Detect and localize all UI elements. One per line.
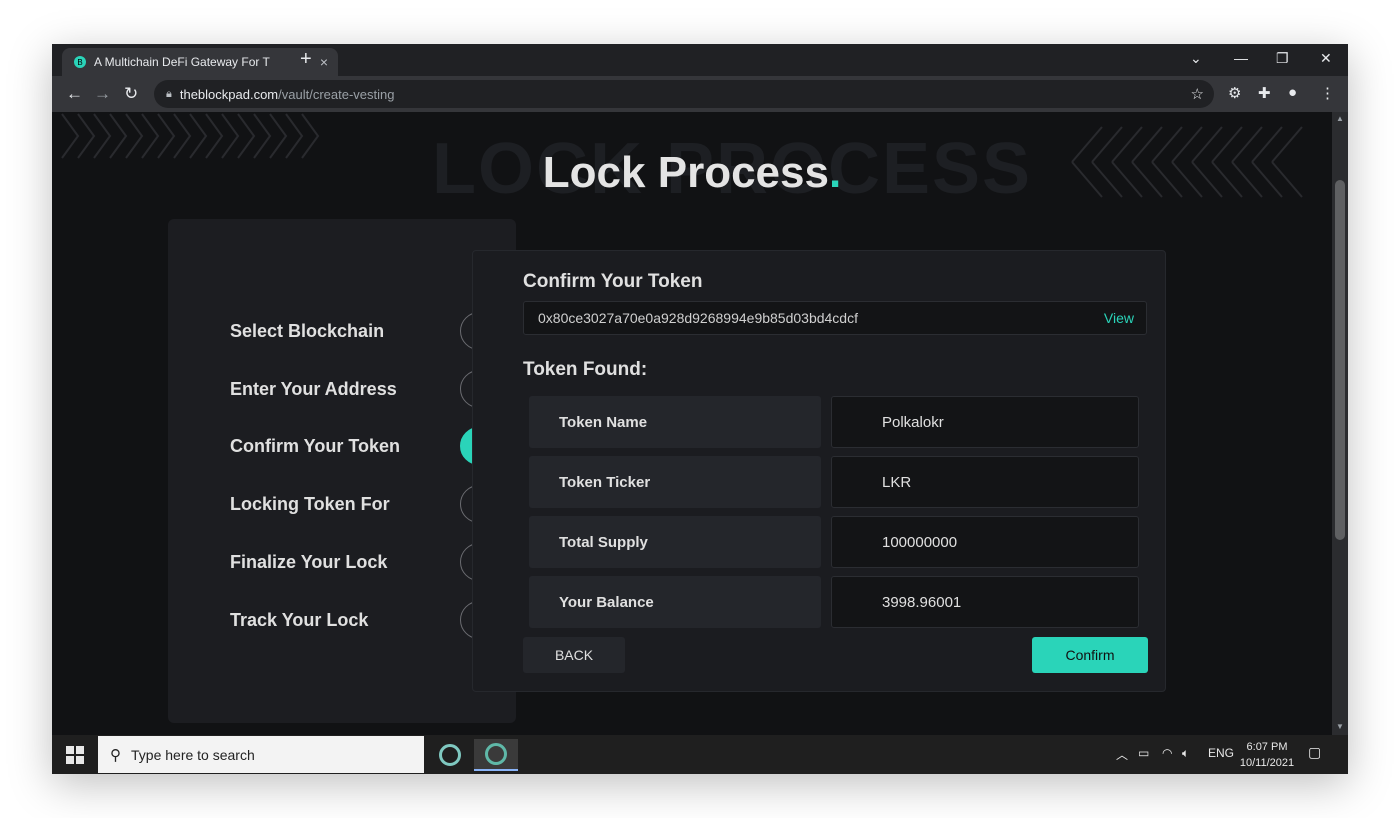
- notifications-icon[interactable]: ▢: [1308, 744, 1321, 761]
- new-tab-button[interactable]: +: [300, 48, 312, 71]
- taskbar-app-icon[interactable]: [428, 739, 472, 771]
- page-content: LOCK PROCESS Lock Process. Select Blockc…: [52, 112, 1332, 735]
- menu-kebab-icon[interactable]: ⋮: [1320, 84, 1335, 102]
- back-button[interactable]: BACK: [523, 637, 625, 673]
- your-balance-value: 3998.96001: [831, 576, 1139, 628]
- scroll-down-icon[interactable]: ▼: [1336, 722, 1344, 731]
- total-supply-label: Total Supply: [529, 516, 821, 568]
- token-address-text: 0x80ce3027a70e0a928d9268994e9b85d03bd4cd…: [538, 310, 858, 326]
- windows-start-icon[interactable]: [66, 746, 84, 764]
- step-label: Finalize Your Lock: [230, 551, 388, 572]
- token-ticker-value: LKR: [831, 456, 1139, 508]
- tab-title: A Multichain DeFi Gateway For T: [94, 55, 270, 69]
- restore-icon[interactable]: ❐: [1276, 50, 1289, 67]
- browser-tab[interactable]: B A Multichain DeFi Gateway For T ×: [62, 48, 338, 76]
- extension-icon[interactable]: ⚙: [1228, 84, 1241, 102]
- page-scrollbar[interactable]: ▲ ▼: [1332, 112, 1348, 735]
- step-label: Select Blockchain: [230, 320, 385, 341]
- browser-titlebar: B A Multichain DeFi Gateway For T × + ⌄ …: [52, 44, 1348, 76]
- lock-icon: 🔒︎: [166, 87, 172, 100]
- token-ticker-label: Token Ticker: [529, 456, 821, 508]
- page-title-text: Lock Process: [542, 148, 829, 197]
- system-clock[interactable]: 6:07 PM 10/11/2021: [1232, 739, 1302, 771]
- scroll-up-icon[interactable]: ▲: [1336, 114, 1344, 123]
- taskbar-chrome-icon[interactable]: [474, 739, 518, 771]
- forward-arrow-icon[interactable]: →: [94, 84, 111, 104]
- step-item: Enter Your Address 2.: [230, 370, 498, 408]
- total-supply-value: 100000000: [831, 516, 1139, 568]
- steps-panel: Select Blockchain 1. Enter Your Address …: [168, 219, 516, 723]
- tab-search-icon[interactable]: ⌄: [1190, 50, 1202, 67]
- minimize-icon[interactable]: —: [1234, 50, 1248, 66]
- your-balance-label: Your Balance: [529, 576, 821, 628]
- windows-taskbar: ⚲ Type here to search ︿ ▭ ◠ 🔈︎ ENG 6:07 …: [52, 735, 1348, 774]
- url-path: /vault/create-vesting: [278, 86, 395, 102]
- step-item: Select Blockchain 1.: [230, 312, 498, 350]
- profile-icon[interactable]: ●: [1288, 84, 1297, 101]
- step-item: Finalize Your Lock 5.: [230, 543, 498, 581]
- clock-time: 6:07 PM: [1246, 741, 1288, 753]
- step-label: Track Your Lock: [230, 609, 369, 630]
- clock-date: 10/11/2021: [1239, 757, 1295, 769]
- confirm-token-panel: Confirm Your Token 0x80ce3027a70e0a928d9…: [472, 250, 1166, 692]
- reload-icon[interactable]: ↻: [124, 84, 138, 104]
- site-favicon-icon: B: [74, 56, 86, 68]
- title-dot: .: [828, 148, 842, 197]
- confirm-button[interactable]: Confirm: [1032, 637, 1148, 673]
- extensions-puzzle-icon[interactable]: ✚: [1258, 84, 1271, 102]
- battery-icon[interactable]: ▭: [1138, 746, 1149, 760]
- search-placeholder: Type here to search: [131, 746, 255, 763]
- view-link[interactable]: View: [1104, 310, 1134, 326]
- show-hidden-icons-icon[interactable]: ︿: [1116, 746, 1128, 763]
- taskbar-search-input[interactable]: ⚲ Type here to search: [98, 736, 424, 773]
- close-tab-icon[interactable]: ×: [320, 54, 328, 70]
- chrome-profile-icon: [485, 743, 507, 765]
- search-icon: ⚲: [110, 746, 121, 764]
- app-circle-icon: [439, 744, 461, 766]
- back-arrow-icon[interactable]: ←: [66, 84, 83, 104]
- step-label: Enter Your Address: [230, 378, 397, 399]
- token-address-field[interactable]: 0x80ce3027a70e0a928d9268994e9b85d03bd4cd…: [523, 301, 1147, 335]
- bookmark-star-icon[interactable]: ☆: [1191, 85, 1204, 103]
- page-title: Lock Process.: [52, 148, 1332, 198]
- token-name-value: Polkalokr: [831, 396, 1139, 448]
- step-item: Track Your Lock 6.: [230, 601, 498, 639]
- url-host: theblockpad.com: [179, 86, 279, 102]
- scrollbar-thumb[interactable]: [1335, 180, 1345, 540]
- step-item: Locking Token For 4.: [230, 485, 498, 523]
- step-label: Confirm Your Token: [230, 435, 401, 456]
- address-bar[interactable]: 🔒︎ theblockpad.com/vault/create-vesting …: [154, 80, 1214, 108]
- wifi-icon[interactable]: ◠: [1162, 746, 1172, 760]
- volume-icon[interactable]: 🔈︎: [1182, 746, 1189, 761]
- browser-toolbar: ← → ↻ 🔒︎ theblockpad.com/vault/create-ve…: [52, 76, 1348, 112]
- close-window-icon[interactable]: ✕: [1320, 50, 1332, 67]
- token-name-label: Token Name: [529, 396, 821, 448]
- token-found-heading: Token Found:: [523, 359, 648, 380]
- language-indicator[interactable]: ENG: [1208, 746, 1234, 760]
- step-item-active: Confirm Your Token 3.: [230, 427, 498, 465]
- confirm-heading: Confirm Your Token: [523, 271, 703, 292]
- step-label: Locking Token For: [230, 493, 390, 514]
